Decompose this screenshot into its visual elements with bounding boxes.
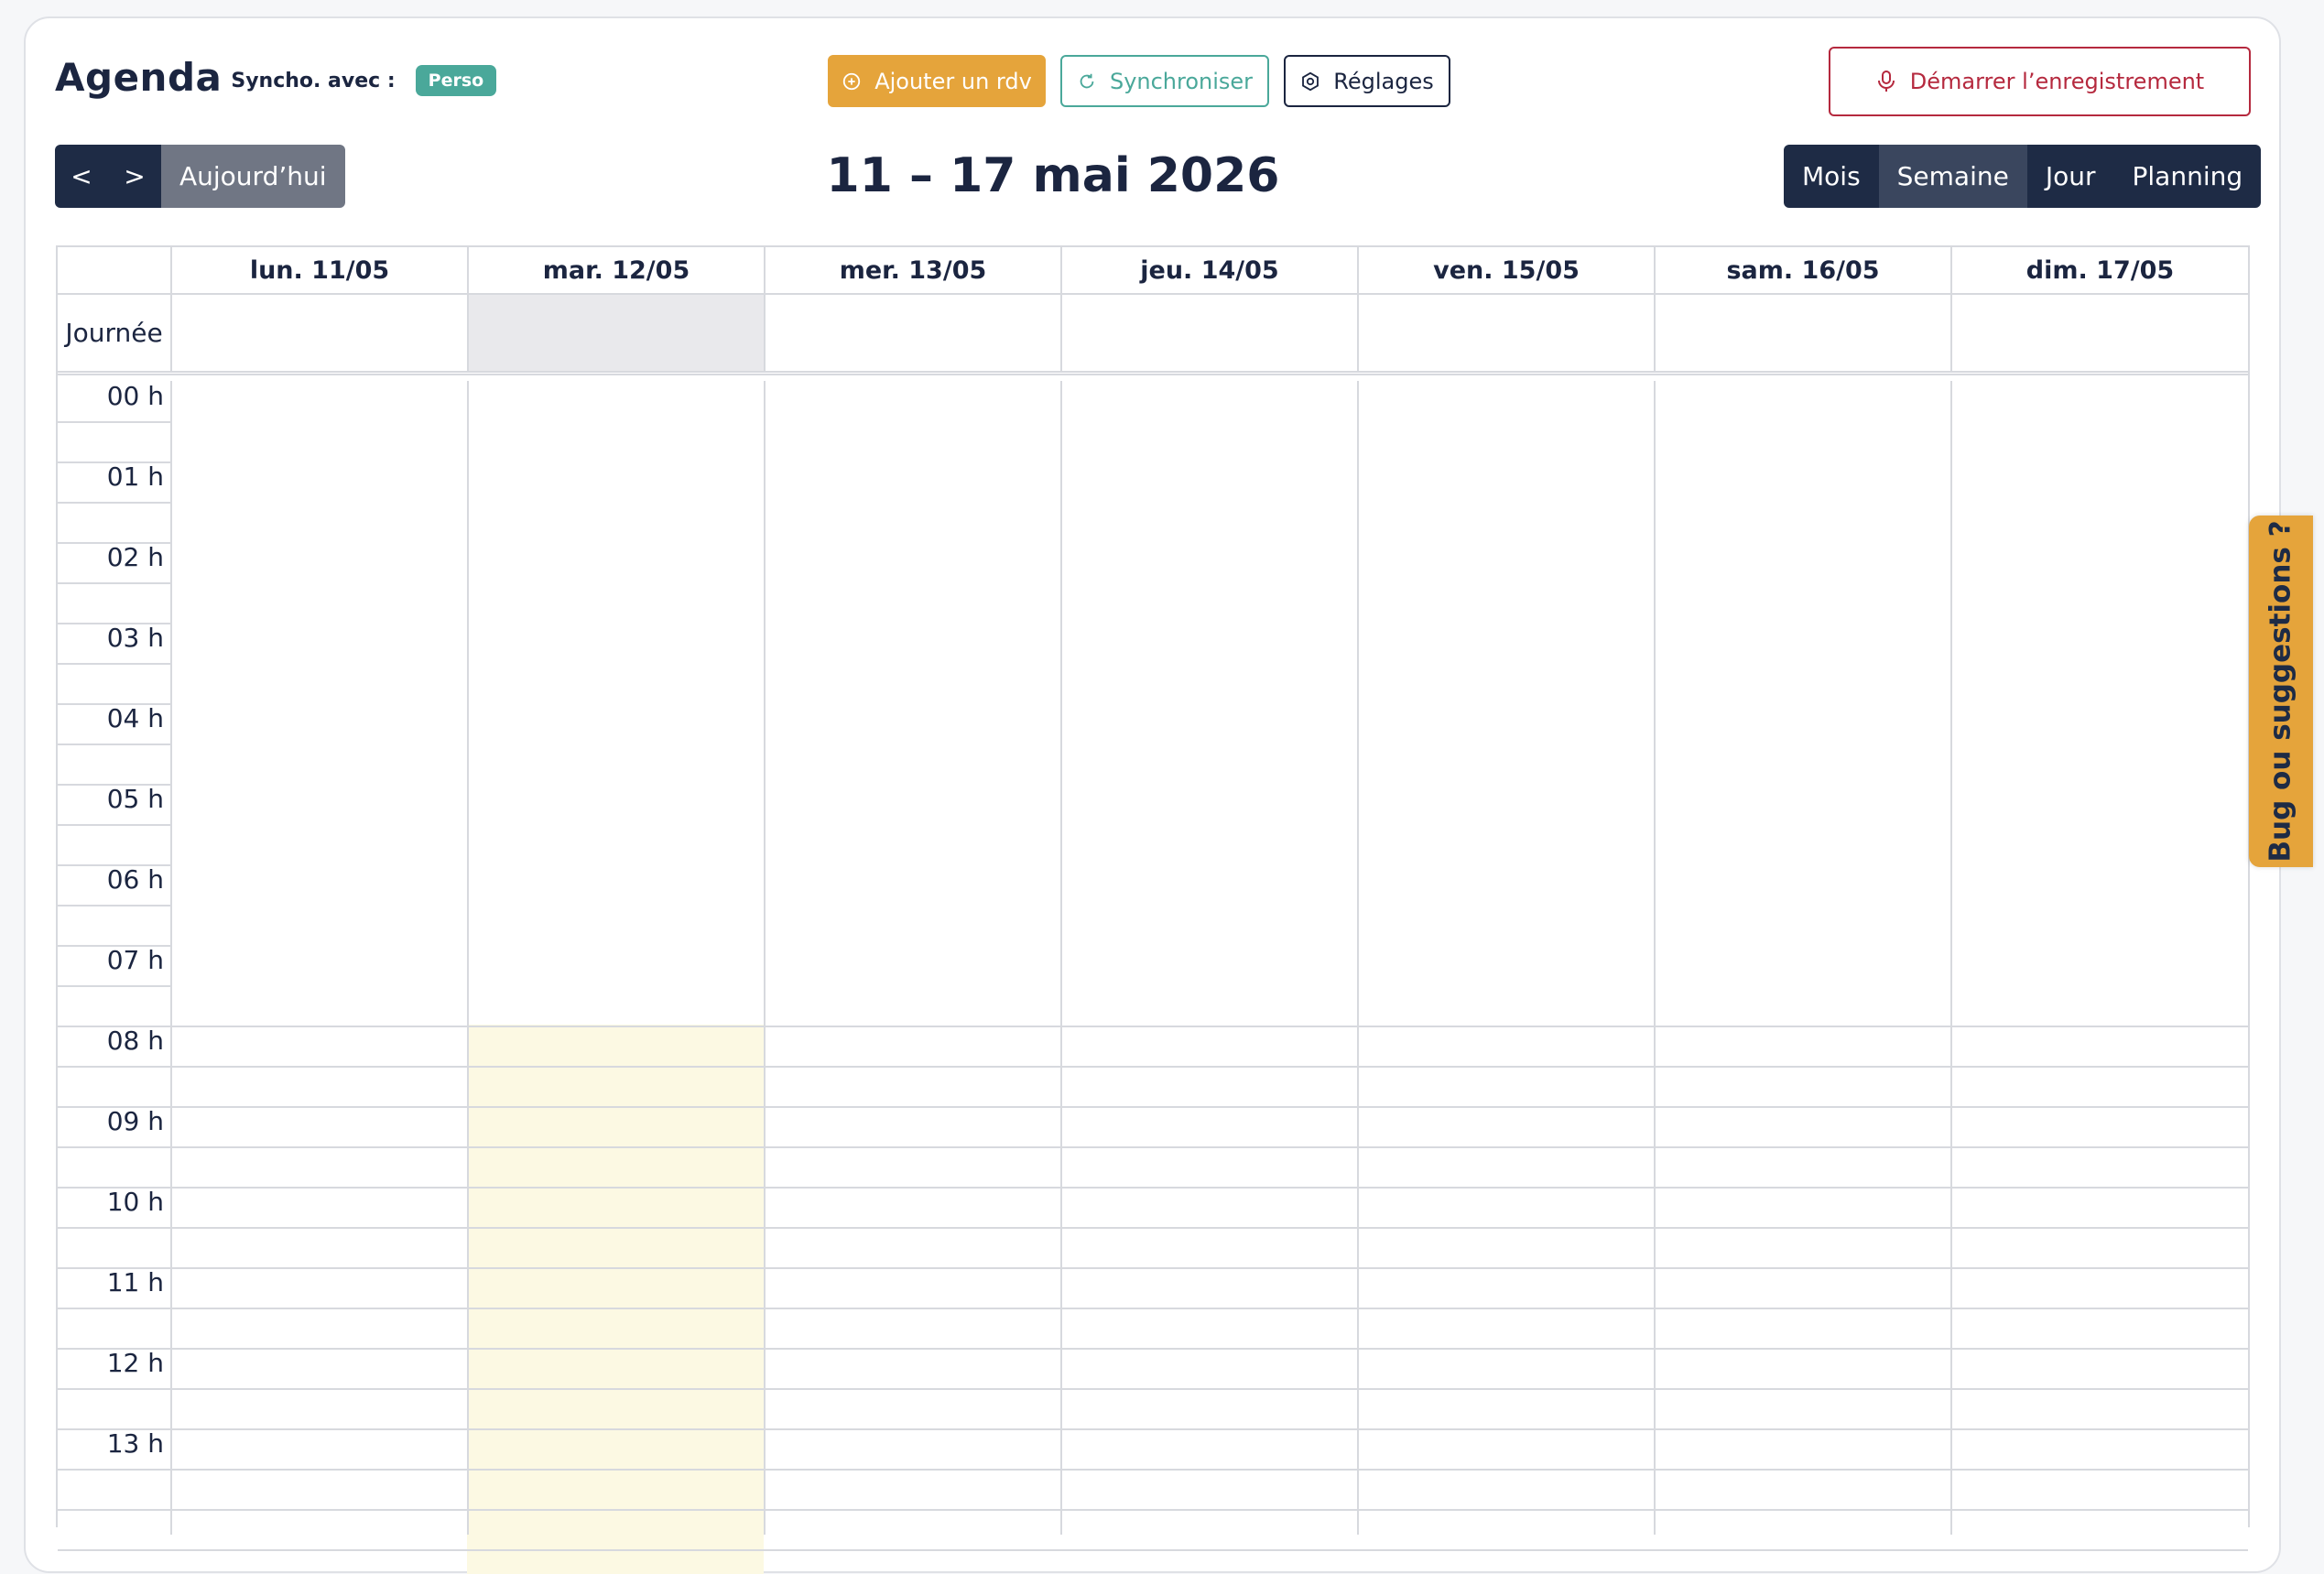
time-slot-line xyxy=(58,703,170,705)
time-slot-line xyxy=(58,1388,2248,1390)
all-day-cell[interactable] xyxy=(170,295,467,371)
previous-week-button[interactable]: < xyxy=(55,145,108,208)
time-slot-line xyxy=(58,1066,2248,1068)
sync-calendar-badge[interactable]: Perso xyxy=(415,64,497,96)
day-header[interactable]: jeu. 14/05 xyxy=(1060,247,1357,293)
all-day-cell[interactable] xyxy=(1654,295,1950,371)
today-button[interactable]: Aujourd’hui xyxy=(161,145,345,208)
hour-label: 05 h xyxy=(106,784,164,814)
time-slot-line xyxy=(58,1106,2248,1108)
time-slot-line xyxy=(58,1428,2248,1430)
all-day-cell[interactable] xyxy=(1357,295,1654,371)
all-day-cell[interactable] xyxy=(1950,295,2248,371)
synchronize-button[interactable]: Synchroniser xyxy=(1060,55,1269,107)
hour-label: 06 h xyxy=(106,864,164,895)
hour-label: 00 h xyxy=(106,381,164,411)
day-column-divider xyxy=(764,381,766,1535)
microphone-icon xyxy=(1877,71,1895,92)
hour-label: 08 h xyxy=(106,1026,164,1056)
time-slot-line xyxy=(58,1267,2248,1269)
settings-button[interactable]: Réglages xyxy=(1284,55,1450,107)
day-column-divider xyxy=(1060,381,1062,1535)
all-day-cell[interactable] xyxy=(764,295,1060,371)
start-recording-button[interactable]: Démarrer l’enregistrement xyxy=(1829,47,2251,116)
all-day-cell[interactable] xyxy=(1060,295,1357,371)
view-day-button[interactable]: Jour xyxy=(2027,145,2114,208)
day-column-divider xyxy=(1357,381,1359,1535)
day-column-divider xyxy=(1654,381,1656,1535)
day-header-row: lun. 11/05 mar. 12/05 mer. 13/05 jeu. 14… xyxy=(58,247,2248,295)
hour-label: 01 h xyxy=(106,461,164,492)
synchronize-label: Synchroniser xyxy=(1109,68,1254,94)
day-header[interactable]: lun. 11/05 xyxy=(170,247,467,293)
time-slot-line xyxy=(58,502,170,504)
page-title: Agenda xyxy=(55,55,223,100)
time-slot-line xyxy=(58,864,170,866)
time-slot-line xyxy=(58,1227,2248,1229)
feedback-tab[interactable]: Bug ou suggestions ? xyxy=(2249,516,2313,867)
day-column-divider xyxy=(1950,381,1952,1535)
time-slot-line xyxy=(58,905,170,906)
hour-label: 03 h xyxy=(106,623,164,653)
all-day-label: Journée xyxy=(65,318,163,348)
next-week-button[interactable]: > xyxy=(108,145,161,208)
hour-label: 10 h xyxy=(106,1187,164,1217)
time-slot-line xyxy=(58,1549,2248,1551)
hour-label: 07 h xyxy=(106,945,164,975)
time-slot-line xyxy=(58,623,170,624)
date-navigation: < > Aujourd’hui xyxy=(55,145,345,208)
time-slot-line xyxy=(58,784,170,786)
time-slot-line xyxy=(58,1026,2248,1027)
time-slot-line xyxy=(58,1187,2248,1189)
time-slot-line xyxy=(58,542,170,544)
time-slot-line xyxy=(58,1308,2248,1309)
title-row: Agenda Syncho. avec : Perso xyxy=(55,55,497,100)
start-recording-label: Démarrer l’enregistrement xyxy=(1909,69,2205,94)
refresh-icon xyxy=(1080,73,1094,88)
day-header[interactable]: mer. 13/05 xyxy=(764,247,1060,293)
hour-label: 12 h xyxy=(106,1348,164,1378)
view-week-button[interactable]: Semaine xyxy=(1878,145,2027,208)
all-day-row: Journée xyxy=(58,295,2248,375)
day-column-divider xyxy=(170,381,172,1535)
hour-label: 13 h xyxy=(106,1428,164,1459)
add-appointment-label: Ajouter un rdv xyxy=(874,68,1032,94)
week-calendar-grid: lun. 11/05 mar. 12/05 mer. 13/05 jeu. 14… xyxy=(56,245,2250,1574)
time-slot-line xyxy=(58,461,170,463)
time-slot-line xyxy=(58,1348,2248,1350)
sync-label: Syncho. avec : xyxy=(231,70,396,92)
hour-label: 09 h xyxy=(106,1106,164,1136)
date-range-title: 11 – 17 mai 2026 xyxy=(826,148,1280,203)
hour-label: 11 h xyxy=(106,1267,164,1297)
time-slot-line xyxy=(58,985,170,987)
time-slot-line xyxy=(58,945,170,947)
day-header[interactable]: sam. 16/05 xyxy=(1654,247,1950,293)
gear-icon xyxy=(1302,71,1319,91)
view-planning-button[interactable]: Planning xyxy=(2114,145,2262,208)
all-day-cell-today[interactable] xyxy=(467,295,764,371)
day-header[interactable]: ven. 15/05 xyxy=(1357,247,1654,293)
view-month-button[interactable]: Mois xyxy=(1784,145,1879,208)
time-slot-line xyxy=(58,824,170,826)
add-appointment-button[interactable]: Ajouter un rdv xyxy=(828,55,1046,107)
time-slot-line xyxy=(58,744,170,745)
day-header[interactable]: dim. 17/05 xyxy=(1950,247,2248,293)
day-header[interactable]: mar. 12/05 xyxy=(467,247,764,293)
plus-circle-icon xyxy=(843,72,861,90)
hour-label: 02 h xyxy=(106,542,164,572)
time-slot-line xyxy=(58,663,170,665)
settings-label: Réglages xyxy=(1333,68,1434,94)
day-column-divider xyxy=(467,381,469,1535)
time-slot-line xyxy=(58,1146,2248,1148)
time-slot-line xyxy=(58,421,170,423)
view-switcher: Mois Semaine Jour Planning xyxy=(1784,145,2262,208)
time-slots-area[interactable]: 00 h 01 h 02 h 03 h 04 h 05 h 06 h 07 h … xyxy=(58,381,2248,1574)
feedback-tab-label: Bug ou suggestions ? xyxy=(2264,520,2298,863)
hour-label: 04 h xyxy=(106,703,164,733)
time-slot-line xyxy=(58,1469,2248,1471)
time-slot-line xyxy=(58,582,170,584)
